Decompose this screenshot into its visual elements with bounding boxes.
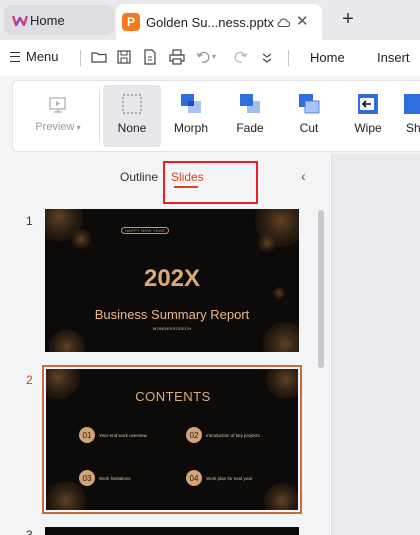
tab-outline[interactable]: Outline [120,170,158,184]
transition-label: Fade [236,121,264,135]
undo-icon[interactable] [194,48,212,66]
transition-shape[interactable]: Sh [398,85,420,147]
item-text: Year-end work overview [99,432,147,438]
transition-label: Sh [406,121,420,135]
item-text: Introduction of key projects [206,432,260,438]
wps-logo-icon [12,15,28,27]
title-bar: Home P Golden Su...ness.pptx ✕ + [0,0,420,40]
tab-document-label: Golden Su...ness.pptx [146,14,274,30]
item-number: 03 [79,470,95,486]
transition-wipe[interactable]: Wipe [339,85,397,147]
slide-year: 202X [143,265,201,292]
editing-area [331,154,420,535]
contents-item: 03 Work limitations [79,470,131,486]
ribbon-area: Preview ▾ None Morph Fade Cut Wipe Sh [0,76,420,154]
slide-thumbnail-3[interactable] [45,527,299,535]
slide-title: Business Summary Report [94,307,250,322]
collapse-panel-icon[interactable]: ‹ [301,168,306,184]
presentation-icon: P [122,13,140,31]
slide-badge: HAPPY NEW YEAR [121,227,169,234]
cloud-icon[interactable] [276,16,290,28]
transition-label: Morph [173,121,208,135]
menu-insert[interactable]: Insert [377,50,410,65]
slide-title: CONTENTS [135,389,211,404]
transition-cut[interactable]: Cut [280,85,338,147]
preview-button[interactable]: Preview ▾ [31,95,85,133]
redo-icon[interactable] [232,48,250,66]
contents-item: 04 Work plan for next year [186,470,252,486]
item-text: Work plan for next year [206,475,253,481]
scrollbar[interactable] [318,210,324,368]
contents-item: 01 Year-end work overview [79,427,147,443]
menu-label: Menu [26,49,59,64]
print-icon[interactable] [168,48,186,66]
slide-thumbnail-2[interactable]: CONTENTS 01 Year-end work overview 02 In… [42,365,302,514]
item-number: 01 [79,427,95,443]
slide-thumbnail-1[interactable]: HAPPY NEW YEAR 202X Business Summary Rep… [45,209,299,352]
menu-button[interactable]: Menu [10,49,59,64]
shape-transition-icon [404,94,420,114]
item-text: Work limitations [99,475,131,481]
menu-home[interactable]: Home [310,50,345,65]
divider [99,89,100,143]
morph-transition-icon [181,94,201,113]
divider [288,50,289,66]
cut-transition-icon [299,94,320,114]
divider [80,50,81,66]
transition-none[interactable]: None [103,85,161,147]
open-folder-icon[interactable] [90,48,108,66]
menu-bar: Menu ▾ Home Insert [0,40,420,76]
fade-transition-icon [240,94,260,113]
transitions-ribbon: Preview ▾ None Morph Fade Cut Wipe Sh [12,80,420,152]
more-dropdown-icon[interactable] [258,48,276,66]
wipe-transition-icon [358,94,378,114]
hamburger-icon [10,51,20,62]
tab-document[interactable]: P Golden Su...ness.pptx ✕ [116,4,322,40]
transition-morph[interactable]: Morph [162,85,220,147]
transition-label: Cut [299,121,319,135]
undo-dropdown-icon[interactable]: ▾ [212,52,230,70]
slide-number: 2 [26,373,33,387]
slide-number: 1 [26,214,33,228]
transition-fade[interactable]: Fade [221,85,279,147]
transition-label: None [117,121,147,135]
save-icon[interactable] [115,48,133,66]
slide-subtitle: WONDERSOSECH [152,326,192,331]
close-tab-icon[interactable]: ✕ [296,12,309,30]
preview-icon [49,97,66,113]
transition-label: Wipe [354,121,382,135]
highlight-box [163,161,258,204]
none-transition-icon [122,94,142,114]
item-number: 04 [186,470,202,486]
new-tab-icon[interactable]: + [338,8,358,32]
contents-item: 02 Introduction of key projects [186,427,260,443]
slide-number: 3 [26,528,33,535]
export-pdf-icon[interactable] [141,48,159,66]
tab-home-label: Home [30,12,65,28]
chevron-down-icon: ▾ [74,123,81,132]
item-number: 02 [186,427,202,443]
preview-label: Preview [35,121,75,133]
tab-home[interactable]: Home [4,5,114,35]
